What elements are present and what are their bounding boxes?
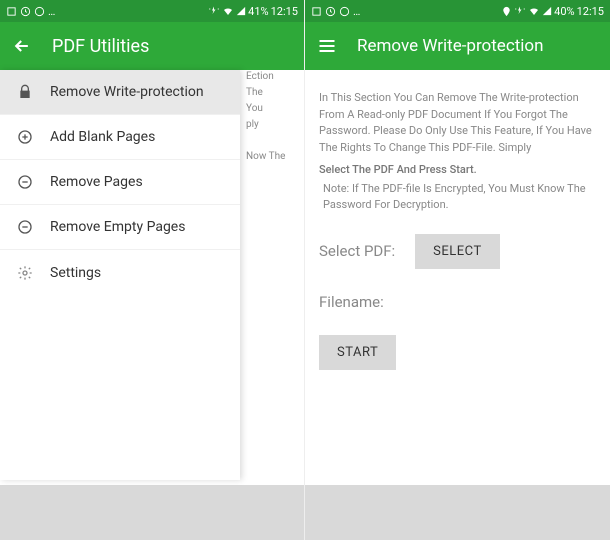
gear-icon xyxy=(16,264,34,282)
time-text: 12:15 xyxy=(271,5,298,18)
bottom-bar xyxy=(305,485,610,540)
select-button[interactable]: SELECT xyxy=(415,234,500,269)
drawer-item-remove-empty-pages[interactable]: Remove Empty Pages xyxy=(0,205,240,250)
navigation-drawer: Remove Write-protection Add Blank Pages … xyxy=(0,70,240,480)
wifi-icon xyxy=(222,5,234,17)
info-icon xyxy=(34,6,45,17)
drawer-item-label: Remove Write-protection xyxy=(50,84,204,100)
select-pdf-label: Select PDF: xyxy=(319,242,395,260)
clock-icon xyxy=(20,6,31,17)
location-icon xyxy=(501,6,512,17)
signal-icon xyxy=(542,6,552,16)
start-button[interactable]: START xyxy=(319,335,396,370)
minus-circle-icon xyxy=(16,173,34,191)
note-text: Note: If The PDF-file Is Encrypted, You … xyxy=(323,181,596,214)
content-area: In This Section You Can Remove The Write… xyxy=(305,70,610,390)
bottom-bar xyxy=(0,485,304,540)
lock-icon xyxy=(16,83,34,101)
drawer-item-remove-write-protection[interactable]: Remove Write-protection xyxy=(0,70,240,115)
description-bold-text: Select The PDF And Press Start. xyxy=(319,162,596,179)
more-icon: … xyxy=(48,5,55,18)
time-text: 12:15 xyxy=(577,5,604,18)
page-title: Remove Write-protection xyxy=(357,36,544,56)
battery-text: 40% xyxy=(554,5,574,18)
drawer-item-remove-pages[interactable]: Remove Pages xyxy=(0,160,240,205)
app-title: PDF Utilities xyxy=(52,36,149,57)
description-text: In This Section You Can Remove The Write… xyxy=(319,90,596,156)
vibrate-icon xyxy=(208,5,220,17)
signal-icon xyxy=(236,6,246,16)
screenshot-icon xyxy=(6,6,17,17)
clock-icon xyxy=(325,6,336,17)
filename-label: Filename: xyxy=(319,293,384,311)
background-content: Ection The You ply Now The xyxy=(246,70,296,166)
plus-circle-icon xyxy=(16,128,34,146)
info-icon xyxy=(339,6,350,17)
minus-circle-icon xyxy=(16,218,34,236)
drawer-item-label: Remove Pages xyxy=(50,174,143,190)
more-icon: … xyxy=(353,5,360,18)
vibrate-icon xyxy=(514,5,526,17)
hamburger-icon[interactable] xyxy=(317,36,337,56)
screenshot-icon xyxy=(311,6,322,17)
drawer-item-label: Add Blank Pages xyxy=(50,129,155,145)
drawer-item-label: Remove Empty Pages xyxy=(50,219,185,235)
app-bar: PDF Utilities xyxy=(0,22,304,70)
drawer-item-label: Settings xyxy=(50,265,101,281)
app-bar: Remove Write-protection xyxy=(305,22,610,70)
back-arrow-icon[interactable] xyxy=(12,36,32,56)
drawer-item-settings[interactable]: Settings xyxy=(0,250,240,295)
drawer-item-add-blank-pages[interactable]: Add Blank Pages xyxy=(0,115,240,160)
status-bar: … 40% 12:15 xyxy=(305,0,610,22)
battery-text: 41% xyxy=(248,5,268,18)
status-bar: … 41% 12:15 xyxy=(0,0,304,22)
wifi-icon xyxy=(528,5,540,17)
